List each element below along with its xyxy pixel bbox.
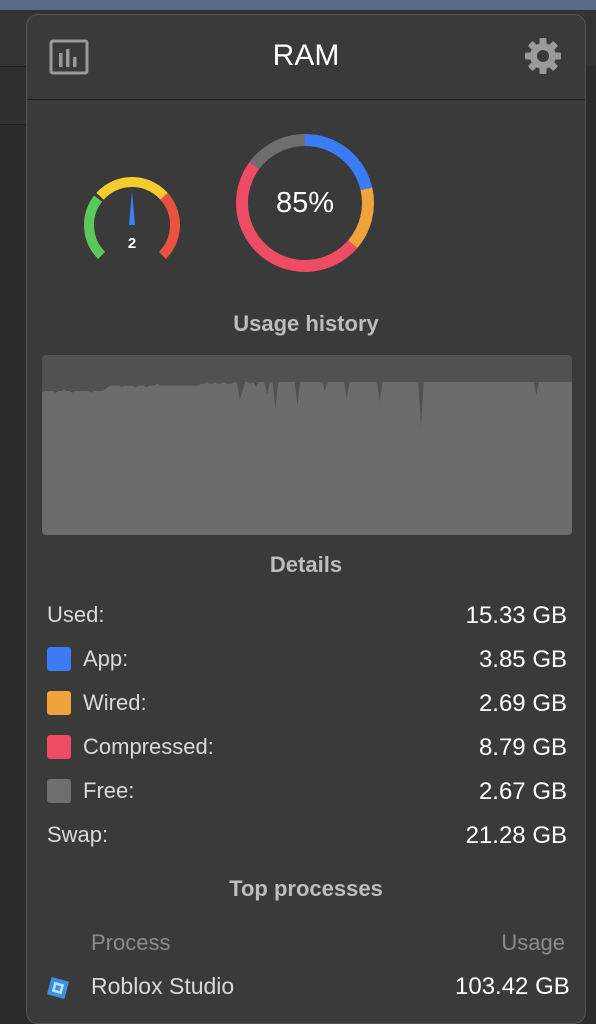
gauge-arc-yellow — [96, 177, 170, 202]
free-value: 2.67 GB — [478, 778, 567, 805]
usage-history-title: Usage history — [233, 311, 379, 336]
free-label: Free: — [83, 778, 135, 803]
usage-history-area — [42, 382, 572, 535]
process-name: Roblox Studio — [91, 973, 235, 999]
top-processes-title: Top processes — [229, 876, 383, 901]
window-behind-top-strip — [0, 0, 596, 10]
ram-popup-panel: RAM 2 85% Usage history Details Used: 15… — [26, 14, 586, 1024]
detail-row-app: App: 3.85 GB — [47, 640, 567, 680]
swap-value: 21.28 GB — [465, 822, 567, 849]
process-usage: 103.42 GB — [455, 973, 570, 1000]
usage-history-chart — [42, 355, 572, 535]
compressed-label: Compressed: — [83, 734, 214, 759]
detail-row-used: Used: 15.33 GB — [47, 596, 567, 636]
gauge-value: 2 — [127, 235, 137, 252]
popup-title: RAM — [272, 39, 340, 72]
app-value: 3.85 GB — [478, 646, 567, 673]
app-color-swatch — [47, 647, 71, 671]
wired-label: Wired: — [83, 690, 147, 715]
detail-row-free: Free: 2.67 GB — [47, 772, 567, 812]
used-value: 15.33 GB — [465, 602, 567, 629]
compressed-value: 8.79 GB — [478, 734, 567, 761]
wired-value: 2.69 GB — [478, 690, 567, 717]
window-behind-panel — [0, 66, 26, 125]
roblox-studio-icon — [46, 976, 70, 1000]
compressed-color-swatch — [47, 735, 71, 759]
window-behind-divider — [0, 124, 26, 125]
details-title: Details — [269, 552, 343, 577]
used-label: Used: — [47, 602, 105, 627]
usage-percent-label: 85% — [275, 187, 335, 219]
memory-pressure-gauge — [79, 173, 185, 269]
detail-row-swap: Swap: 21.28 GB — [47, 816, 567, 856]
usage-column-header: Usage — [501, 930, 565, 955]
detail-row-wired: Wired: 2.69 GB — [47, 684, 567, 724]
process-row[interactable]: Roblox Studio 103.42 GB — [41, 967, 581, 1007]
wired-color-swatch — [47, 691, 71, 715]
popup-header: RAM — [27, 15, 585, 100]
process-column-header: Process — [91, 930, 171, 955]
free-color-swatch — [47, 779, 71, 803]
detail-row-compressed: Compressed: 8.79 GB — [47, 728, 567, 768]
gear-icon[interactable] — [523, 36, 563, 76]
gauge-needle — [129, 191, 135, 225]
swap-label: Swap: — [47, 822, 109, 847]
app-label: App: — [83, 646, 129, 671]
